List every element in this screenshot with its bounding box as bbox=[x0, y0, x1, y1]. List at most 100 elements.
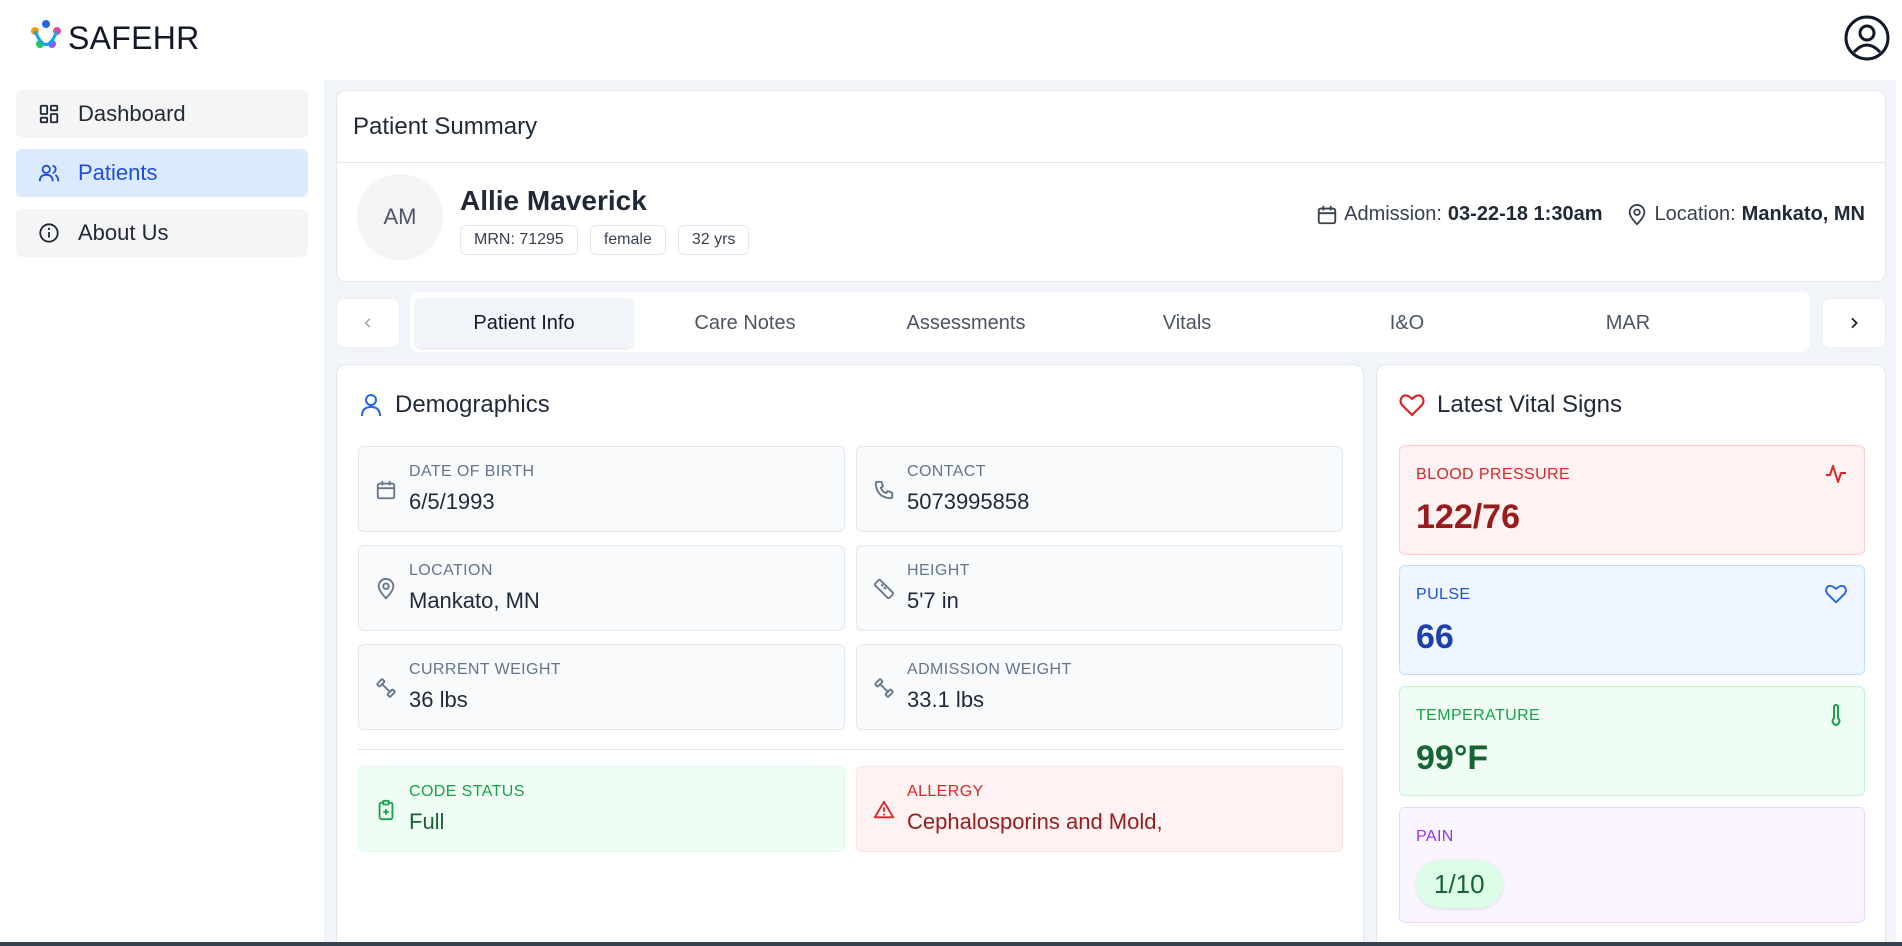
tab-vitals[interactable]: Vitals bbox=[1078, 298, 1296, 348]
clipboard-plus-icon bbox=[378, 799, 394, 821]
tabs-next-button[interactable] bbox=[1822, 298, 1886, 348]
field-label: CONTACT bbox=[907, 463, 986, 480]
tab-mar[interactable]: MAR bbox=[1519, 298, 1737, 348]
field-label: ALLERGY bbox=[907, 783, 984, 800]
page-title: Patient Summary bbox=[353, 113, 538, 140]
age-badge: 32 yrs bbox=[677, 225, 750, 255]
field-value: 36 lbs bbox=[409, 687, 468, 712]
pain-score-badge: 1/10 bbox=[1416, 860, 1503, 908]
field-label: ADMISSION WEIGHT bbox=[907, 661, 1072, 678]
chevron-left-icon bbox=[364, 318, 371, 328]
admission-label: Admission: bbox=[1344, 203, 1442, 225]
field-location: LOCATION Mankato, MN bbox=[358, 545, 845, 631]
dashboard-icon bbox=[39, 104, 59, 124]
vital-value: 122/76 bbox=[1416, 498, 1520, 536]
app-logo[interactable]: SAFEHR bbox=[28, 18, 200, 58]
field-date-of-birth: DATE OF BIRTH 6/5/1993 bbox=[358, 446, 845, 532]
window-bottom-edge bbox=[0, 942, 1902, 946]
field-value: Cephalosporins and Mold, bbox=[907, 809, 1163, 834]
sidebar-item-about-us[interactable]: About Us bbox=[16, 209, 308, 257]
field-value: Full bbox=[409, 809, 445, 834]
sidebar-item-label: About Us bbox=[78, 220, 169, 245]
vital-value: 66 bbox=[1416, 618, 1454, 656]
field-height: HEIGHT 5'7 in bbox=[856, 545, 1343, 631]
chevron-right-icon bbox=[1851, 317, 1858, 329]
heart-icon bbox=[1399, 394, 1425, 417]
activity-icon bbox=[1826, 465, 1846, 483]
patient-summary-card: Patient Summary AM Allie Maverick MRN: 7… bbox=[336, 90, 1886, 282]
location-value: Mankato, MN bbox=[1741, 203, 1865, 225]
tab-io[interactable]: I&O bbox=[1298, 298, 1516, 348]
vital-label: PULSE bbox=[1416, 586, 1471, 603]
field-allergy: ALLERGY Cephalosporins and Mold, bbox=[856, 766, 1343, 852]
phone-icon bbox=[874, 480, 894, 500]
location-label: Location: bbox=[1654, 203, 1736, 225]
vital-label: PAIN bbox=[1416, 828, 1454, 845]
sidebar-item-label: Dashboard bbox=[78, 101, 186, 126]
admission-info: Admission: 03-22-18 1:30am Location: Man… bbox=[1316, 203, 1865, 226]
vital-pain: PAIN 1/10 bbox=[1399, 807, 1865, 923]
scrollbar[interactable] bbox=[1896, 80, 1902, 942]
field-value: 5073995858 bbox=[907, 489, 1030, 514]
field-admission-weight: ADMISSION WEIGHT 33.1 lbs bbox=[856, 644, 1343, 730]
user-account-icon[interactable] bbox=[1843, 14, 1891, 62]
field-label: DATE OF BIRTH bbox=[409, 463, 535, 480]
field-value: 33.1 lbs bbox=[907, 687, 985, 712]
top-bar: SAFEHR bbox=[0, 0, 1902, 80]
tab-assessments[interactable]: Assessments bbox=[857, 298, 1075, 348]
sidebar: Dashboard Patients About Us bbox=[0, 80, 324, 946]
sidebar-item-label: Patients bbox=[78, 160, 158, 185]
divider bbox=[337, 162, 1885, 163]
field-current-weight: CURRENT WEIGHT 36 lbs bbox=[358, 644, 845, 730]
vital-label: TEMPERATURE bbox=[1416, 707, 1541, 724]
field-contact: CONTACT 5073995858 bbox=[856, 446, 1343, 532]
app-name: SAFEHR bbox=[68, 19, 200, 56]
calendar-icon bbox=[1317, 205, 1337, 224]
thermometer-icon bbox=[1831, 703, 1841, 726]
mrn-badge: MRN: 71295 bbox=[460, 225, 578, 255]
tabs-prev-button[interactable] bbox=[336, 298, 400, 348]
ruler-icon bbox=[873, 578, 895, 600]
section-title: Latest Vital Signs bbox=[1437, 391, 1623, 418]
field-code-status: CODE STATUS Full bbox=[358, 766, 845, 852]
vitals-header: Latest Vital Signs bbox=[1399, 391, 1622, 419]
field-label: CODE STATUS bbox=[409, 783, 525, 800]
patient-badges: MRN: 71295 female 32 yrs bbox=[460, 225, 750, 255]
demographics-card: Demographics DATE OF BIRTH 6/5/1993 CONT… bbox=[336, 364, 1364, 946]
vital-temperature: TEMPERATURE 99°F bbox=[1399, 686, 1865, 796]
dumbbell-icon bbox=[376, 678, 396, 698]
vital-blood-pressure: BLOOD PRESSURE 122/76 bbox=[1399, 445, 1865, 555]
users-icon bbox=[38, 164, 60, 182]
tab-patient-info[interactable]: Patient Info bbox=[415, 298, 633, 348]
heart-icon bbox=[1825, 584, 1847, 604]
vital-label: BLOOD PRESSURE bbox=[1416, 466, 1571, 483]
tab-bar: Patient Info Care Notes Assessments Vita… bbox=[410, 292, 1810, 352]
vital-signs-card: Latest Vital Signs BLOOD PRESSURE 122/76… bbox=[1376, 364, 1886, 946]
divider bbox=[358, 749, 1344, 750]
sidebar-item-dashboard[interactable]: Dashboard bbox=[16, 90, 308, 138]
field-value: Mankato, MN bbox=[409, 588, 540, 613]
patient-name: Allie Maverick bbox=[460, 185, 647, 216]
map-pin-icon bbox=[377, 578, 395, 600]
field-value: 5'7 in bbox=[907, 588, 959, 613]
field-value: 6/5/1993 bbox=[409, 489, 495, 514]
info-icon bbox=[39, 223, 59, 243]
alert-triangle-icon bbox=[873, 800, 895, 819]
vital-pulse: PULSE 66 bbox=[1399, 565, 1865, 675]
sidebar-item-patients[interactable]: Patients bbox=[16, 149, 308, 197]
calendar-icon bbox=[376, 480, 396, 500]
admission-value: 03-22-18 1:30am bbox=[1447, 203, 1603, 225]
field-label: CURRENT WEIGHT bbox=[409, 661, 561, 678]
safehr-logo-icon bbox=[31, 20, 61, 48]
section-title: Demographics bbox=[395, 391, 550, 418]
tab-care-notes[interactable]: Care Notes bbox=[636, 298, 854, 348]
demographics-header: Demographics bbox=[359, 391, 550, 419]
field-label: HEIGHT bbox=[907, 562, 970, 579]
vital-value: 99°F bbox=[1416, 739, 1489, 777]
gender-badge: female bbox=[589, 225, 666, 255]
avatar: AM bbox=[357, 174, 443, 260]
user-icon bbox=[361, 394, 381, 417]
field-label: LOCATION bbox=[409, 562, 493, 579]
map-pin-icon bbox=[1629, 203, 1646, 225]
dumbbell-icon bbox=[874, 678, 894, 698]
